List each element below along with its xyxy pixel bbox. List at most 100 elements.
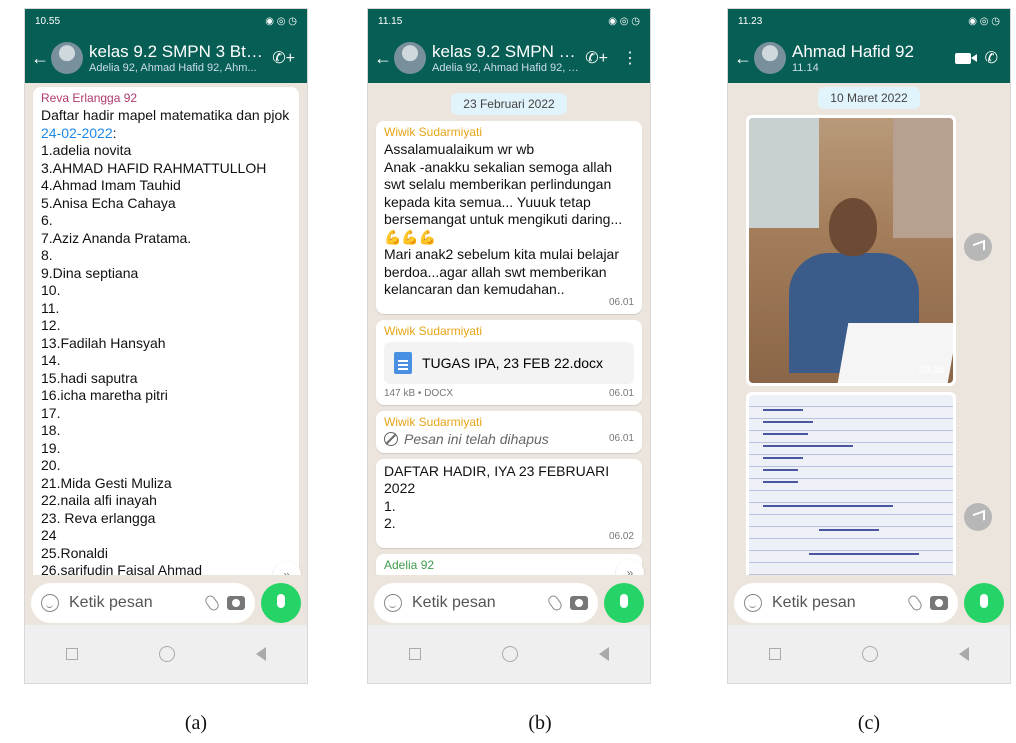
- add-call-icon[interactable]: ✆+: [585, 48, 608, 68]
- chat-area[interactable]: 10 Maret 2022 08.35: [728, 83, 1010, 575]
- emoji-icon[interactable]: [744, 594, 762, 612]
- attach-icon[interactable]: [906, 593, 924, 613]
- recents-icon[interactable]: [768, 648, 781, 660]
- message-time: 06.01: [608, 433, 634, 444]
- image-message[interactable]: [746, 392, 956, 575]
- recents-icon[interactable]: [408, 648, 421, 660]
- message-placeholder: Ketik pesan: [69, 594, 153, 611]
- group-avatar[interactable]: [51, 42, 83, 74]
- attach-icon[interactable]: [546, 593, 564, 613]
- back-nav-icon[interactable]: [599, 647, 610, 661]
- contact-avatar[interactable]: [754, 42, 786, 74]
- attendance-list: 1.adelia novita 3.AHMAD HAFID RAHMATTULL…: [41, 142, 267, 575]
- message-date-suffix: :: [112, 124, 117, 141]
- phone-screenshot-a: 10.55 ◉ ◎ ◷ ← kelas 9.2 SMPN 3 Btng... A…: [24, 8, 308, 684]
- home-icon[interactable]: [501, 646, 518, 662]
- home-icon[interactable]: [861, 646, 878, 662]
- document-name: TUGAS IPA, 23 FEB 22.docx: [422, 354, 604, 371]
- group-avatar[interactable]: [394, 42, 426, 74]
- more-menu-icon[interactable]: ⋮: [622, 48, 638, 68]
- status-icons: ◉ ◎ ◷: [265, 15, 297, 27]
- image-time: 08.35: [918, 365, 944, 376]
- chat-titles[interactable]: kelas 9.2 SMPN 3 Btng... Adelia 92, Ahma…: [432, 42, 579, 74]
- forward-icon[interactable]: [964, 233, 992, 261]
- chat-subtitle: 11.14: [792, 62, 819, 74]
- notebook-photo[interactable]: [749, 395, 953, 575]
- input-bar: Ketik pesan: [25, 581, 307, 625]
- message-bubble[interactable]: Reva Erlangga 92 Daftar hadir mapel mate…: [33, 87, 299, 575]
- chat-titles[interactable]: Ahmad Hafid 92 11.14: [792, 42, 949, 74]
- image-message[interactable]: 08.35: [746, 115, 956, 386]
- deleted-notice: Pesan ini telah dihapus 06.01: [384, 431, 634, 447]
- chat-title: kelas 9.2 SMPN 3 Btng...: [89, 42, 267, 61]
- chat-area[interactable]: Reva Erlangga 92 Daftar hadir mapel mate…: [25, 83, 307, 575]
- document-message[interactable]: Wiwik Sudarmiyati TUGAS IPA, 23 FEB 22.d…: [376, 319, 642, 405]
- deleted-text: Pesan ini telah dihapus: [404, 430, 549, 447]
- recents-icon[interactable]: [65, 648, 78, 660]
- message-sender: Wiwik Sudarmiyati: [384, 323, 483, 338]
- deleted-icon: [384, 431, 398, 446]
- date-chip: 10 Maret 2022: [818, 87, 920, 109]
- document-meta: 147 kB • DOCX 06.01: [384, 388, 634, 399]
- chat-title: kelas 9.2 SMPN 3 Btng...: [432, 42, 579, 61]
- chat-subtitle: Adelia 92, Ahmad Hafid 92, Ahm...: [432, 62, 579, 74]
- message-time: 06.01: [608, 387, 634, 399]
- header-actions: ✆: [954, 48, 1004, 68]
- back-arrow-icon[interactable]: ←: [734, 48, 752, 69]
- chat-title: Ahmad Hafid 92: [792, 42, 914, 61]
- back-nav-icon[interactable]: [959, 647, 970, 661]
- header-actions: ✆+: [272, 48, 301, 68]
- status-bar: 11.23 ◉ ◎ ◷: [728, 9, 1010, 33]
- back-nav-icon[interactable]: [256, 647, 267, 661]
- chat-titles[interactable]: kelas 9.2 SMPN 3 Btng... Adelia 92, Ahma…: [89, 42, 266, 74]
- home-icon[interactable]: [158, 646, 175, 662]
- chat-area[interactable]: 23 Februari 2022 Wiwik Sudarmiyati Assal…: [368, 83, 650, 575]
- camera-icon[interactable]: [930, 596, 948, 610]
- mic-button[interactable]: [964, 583, 1004, 623]
- input-bar: Ketik pesan: [368, 581, 650, 625]
- add-call-icon[interactable]: ✆+: [272, 48, 295, 68]
- emoji-icon[interactable]: [384, 594, 402, 612]
- message-text: Daftar hadir mapel matematika dan pjok 2…: [41, 107, 291, 575]
- status-time: 11.15: [378, 15, 403, 27]
- message-bubble[interactable]: Adelia 92: [376, 553, 642, 575]
- emoji-icon[interactable]: [41, 594, 59, 612]
- back-arrow-icon[interactable]: ←: [374, 48, 392, 69]
- message-bubble[interactable]: Wiwik Sudarmiyati Assalamualaikum wr wb …: [376, 121, 642, 314]
- mic-button[interactable]: [604, 583, 644, 623]
- message-bubble[interactable]: DAFTAR HADIR, IYA 23 FEBRUARI 2022 1. 2.…: [376, 458, 642, 548]
- status-time: 11.23: [738, 15, 763, 27]
- phone-screenshot-c: 11.23 ◉ ◎ ◷ ← Ahmad Hafid 92 11.14 ✆ 10 …: [727, 8, 1011, 684]
- mic-button[interactable]: [261, 583, 301, 623]
- status-icons: ◉ ◎ ◷: [608, 15, 640, 27]
- document-attachment[interactable]: TUGAS IPA, 23 FEB 22.docx: [384, 341, 634, 384]
- message-text: Assalamualaikum wr wb Anak -anakku sekal…: [384, 141, 623, 297]
- deleted-message[interactable]: Wiwik Sudarmiyati Pesan ini telah dihapu…: [376, 410, 642, 453]
- camera-icon[interactable]: [570, 596, 588, 610]
- chat-header: ← kelas 9.2 SMPN 3 Btng... Adelia 92, Ah…: [25, 33, 307, 83]
- message-field[interactable]: Ketik pesan: [31, 583, 255, 623]
- message-sender: Adelia 92: [384, 557, 435, 572]
- back-arrow-icon[interactable]: ←: [31, 48, 49, 69]
- document-icon: [394, 351, 412, 374]
- input-bar: Ketik pesan: [728, 581, 1010, 625]
- chat-subtitle: Adelia 92, Ahmad Hafid 92, Ahm...: [89, 62, 257, 74]
- camera-icon[interactable]: [227, 596, 245, 610]
- video-call-icon[interactable]: [954, 52, 977, 64]
- figure: 10.55 ◉ ◎ ◷ ← kelas 9.2 SMPN 3 Btng... A…: [0, 0, 1016, 743]
- caption-c: (c): [857, 712, 881, 734]
- message-placeholder: Ketik pesan: [772, 594, 856, 611]
- student-photo[interactable]: [749, 118, 953, 383]
- message-field[interactable]: Ketik pesan: [374, 583, 598, 623]
- message-date-link[interactable]: 24-02-2022: [41, 125, 113, 141]
- message-field[interactable]: Ketik pesan: [734, 583, 958, 623]
- message-sender: Wiwik Sudarmiyati: [384, 125, 483, 139]
- forward-icon[interactable]: [964, 503, 992, 531]
- message-head: Daftar hadir mapel matematika dan pjok: [41, 107, 290, 123]
- attach-icon[interactable]: [203, 593, 221, 613]
- message-text: DAFTAR HADIR, IYA 23 FEBRUARI 2022 1. 2.: [384, 462, 610, 532]
- message-placeholder: Ketik pesan: [412, 594, 496, 611]
- voice-call-icon[interactable]: ✆: [985, 48, 998, 68]
- status-icons: ◉ ◎ ◷: [968, 15, 1000, 27]
- caption-b: (b): [528, 712, 552, 734]
